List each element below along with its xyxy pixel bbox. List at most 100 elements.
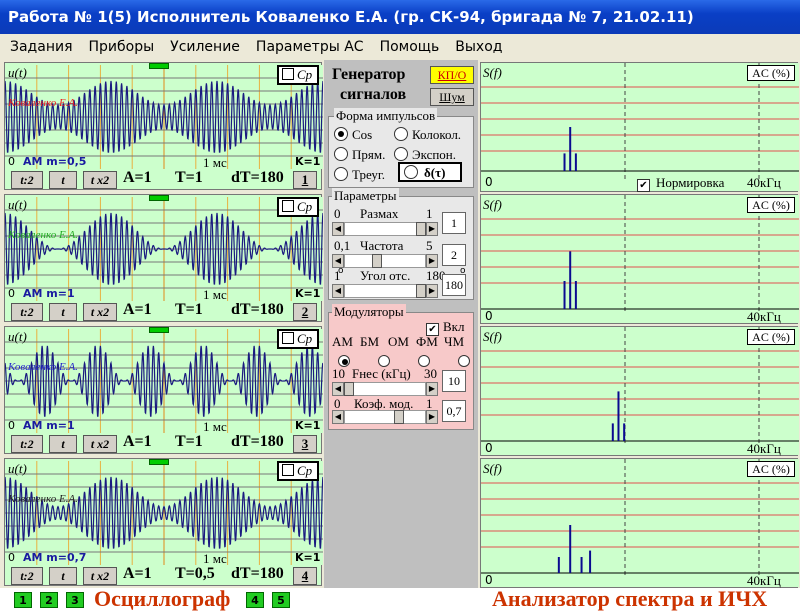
cp-button[interactable]: Cp: [277, 197, 319, 217]
mod-index-slider-track[interactable]: [344, 410, 426, 424]
slider-left-arrow[interactable]: ◀: [332, 222, 344, 236]
freq-zero-label: 0: [485, 573, 493, 587]
time-div2-button[interactable]: t:2: [11, 435, 43, 453]
radio-button[interactable]: [394, 147, 408, 161]
menu-item-5[interactable]: Выход: [455, 39, 502, 55]
mod-index-slider-thumb[interactable]: [394, 410, 404, 424]
time-mul2-button[interactable]: t x2: [83, 567, 117, 585]
bottom-bar: 1 2 3 4 5 Осциллограф Анализатор спектра и ИЧХ: [0, 586, 800, 612]
zero-label: 0: [8, 155, 15, 168]
parameters-legend: Параметры: [332, 188, 399, 204]
oscilloscope-3: u(t) Коваленко Е.А. Cp 0 AM m=1 1 мс K=1 t:2 t t …: [4, 326, 323, 454]
slider-right-arrow[interactable]: ▶: [426, 410, 438, 424]
ac-scale-button[interactable]: AC (%): [747, 65, 795, 81]
time-mul2-button[interactable]: t x2: [83, 303, 117, 321]
radio-button[interactable]: [394, 127, 408, 141]
time-div2-button[interactable]: t:2: [11, 567, 43, 585]
pulse-form-option-1[interactable]: Колокол.: [394, 124, 461, 143]
time-reset-button[interactable]: t: [49, 303, 77, 321]
dt-value: dT=180: [231, 565, 284, 582]
normalize-checkbox[interactable]: ✔: [637, 179, 650, 192]
frequency-slider-track[interactable]: [344, 254, 426, 268]
menu-item-1[interactable]: Приборы: [89, 39, 155, 55]
slider-right-arrow[interactable]: ▶: [426, 284, 438, 298]
cutoff-angle-slider-thumb[interactable]: [416, 284, 426, 298]
slider-left-arrow[interactable]: ◀: [332, 410, 344, 424]
oscilloscope-select-button-3[interactable]: 3: [66, 592, 84, 608]
time-mul2-button[interactable]: t x2: [83, 171, 117, 189]
slider-right-arrow[interactable]: ▶: [426, 254, 438, 268]
period-value: T=1: [175, 433, 203, 450]
radio-button[interactable]: [334, 167, 348, 181]
cp-checkbox[interactable]: [282, 68, 294, 80]
time-reset-button[interactable]: t: [49, 435, 77, 453]
channel-button[interactable]: 3: [293, 435, 317, 453]
carrier-slider-thumb[interactable]: [344, 382, 354, 396]
radio-button[interactable]: [404, 165, 418, 179]
amplitude-slider-thumb[interactable]: [416, 222, 426, 236]
ac-scale-button[interactable]: AC (%): [747, 197, 795, 213]
oscilloscope-title: Осциллограф: [94, 586, 231, 611]
menu-item-2[interactable]: Усиление: [170, 39, 240, 55]
mod-index-value[interactable]: 0,7: [442, 400, 466, 422]
time-div2-button[interactable]: t:2: [11, 171, 43, 189]
modulation-label: AM m=0,7: [23, 551, 87, 564]
kpo-button[interactable]: КП/О: [430, 66, 474, 84]
channel-button[interactable]: 4: [293, 567, 317, 585]
carrier-slider-track[interactable]: [344, 382, 426, 396]
normalize-option[interactable]: ✔ Нормировка: [637, 175, 724, 192]
cutoff-angle-slider-value[interactable]: 180: [442, 274, 466, 296]
amplitude-value: A=1: [123, 433, 152, 450]
amplitude-slider-min: 0: [334, 206, 341, 221]
time-div2-button[interactable]: t:2: [11, 303, 43, 321]
time-reset-button[interactable]: t: [49, 567, 77, 585]
dt-value: dT=180: [231, 433, 284, 450]
slider-left-arrow[interactable]: ◀: [332, 382, 344, 396]
cp-button[interactable]: Cp: [277, 329, 319, 349]
time-reset-button[interactable]: t: [49, 171, 77, 189]
modulation-type-label-2: ОМ: [388, 334, 409, 349]
cp-button[interactable]: Cp: [277, 461, 319, 481]
amplitude-value: A=1: [123, 565, 152, 582]
menu-item-0[interactable]: Задания: [10, 39, 73, 55]
pulse-form-option-3[interactable]: Экспон.: [394, 144, 456, 163]
modulator-enable[interactable]: ✔ Вкл: [426, 316, 464, 336]
cutoff-angle-slider-track[interactable]: [344, 284, 426, 298]
amplitude-slider-track[interactable]: [344, 222, 426, 236]
radio-button[interactable]: [334, 127, 348, 141]
slider-right-arrow[interactable]: ▶: [426, 222, 438, 236]
cp-checkbox[interactable]: [282, 332, 294, 344]
delta-button[interactable]: δ(τ): [398, 162, 462, 182]
frequency-slider-thumb[interactable]: [372, 254, 383, 268]
slider-left-arrow[interactable]: ◀: [332, 284, 344, 298]
ac-scale-button[interactable]: AC (%): [747, 329, 795, 345]
cp-checkbox[interactable]: [282, 464, 294, 476]
oscilloscope-select-button-4[interactable]: 4: [246, 592, 264, 608]
menu-item-4[interactable]: Помощь: [380, 39, 440, 55]
channel-button[interactable]: 2: [293, 303, 317, 321]
axis-label-ut: u(t): [8, 197, 27, 212]
ac-scale-button[interactable]: AC (%): [747, 461, 795, 477]
oscilloscope-select-button-2[interactable]: 2: [40, 592, 58, 608]
pulse-form-option-2[interactable]: Прям.: [334, 144, 385, 163]
modulation-type-radio-3[interactable]: [458, 355, 470, 367]
carrier-value[interactable]: 10: [442, 370, 466, 392]
cp-checkbox[interactable]: [282, 200, 294, 212]
frequency-slider-value[interactable]: 2: [442, 244, 466, 266]
radio-button[interactable]: [334, 147, 348, 161]
noise-button[interactable]: Шум: [430, 88, 474, 106]
trigger-marker: [149, 327, 169, 333]
time-mul2-button[interactable]: t x2: [83, 435, 117, 453]
pulse-form-option-0[interactable]: Cos: [334, 124, 372, 143]
cp-button[interactable]: Cp: [277, 65, 319, 85]
pulse-form-option-4[interactable]: Треуг.: [334, 164, 385, 183]
oscilloscope-select-button-5[interactable]: 5: [272, 592, 290, 608]
amplitude-slider-value[interactable]: 1: [442, 212, 466, 234]
menu-item-3[interactable]: Параметры АС: [256, 39, 364, 55]
oscilloscope-select-button-1[interactable]: 1: [14, 592, 32, 608]
trigger-marker: [149, 195, 169, 201]
author-label: Коваленко Е.А.: [8, 229, 78, 241]
modulators-legend: Модуляторы: [332, 304, 406, 320]
channel-button[interactable]: 1: [293, 171, 317, 189]
slider-right-arrow[interactable]: ▶: [426, 382, 438, 396]
